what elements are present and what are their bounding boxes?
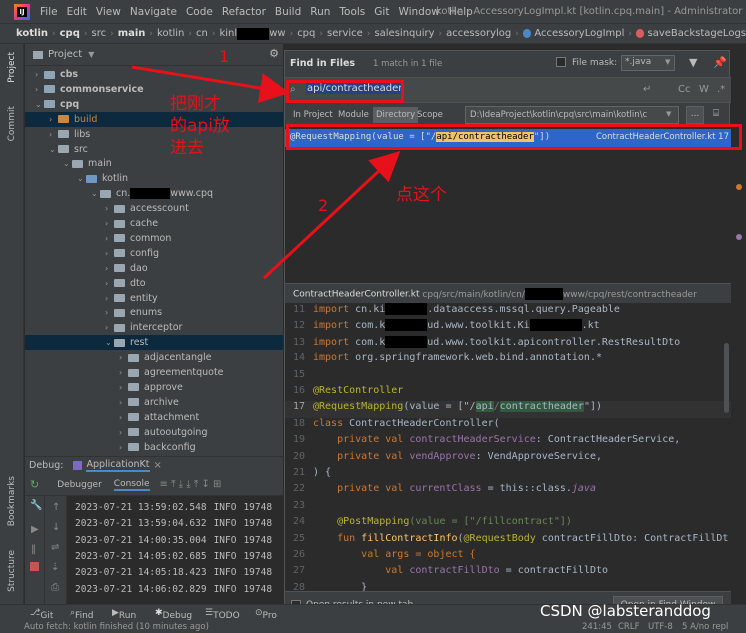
annotation-text-2: 点这个 bbox=[396, 185, 447, 205]
annotation-step-1: 1 bbox=[219, 47, 230, 66]
annotation-arrow-1 bbox=[131, 65, 290, 103]
annotation-step-2: 2 bbox=[318, 196, 329, 215]
annotation-arrow-2 bbox=[262, 150, 401, 280]
watermark: CSDN @labsteranddog bbox=[540, 602, 711, 620]
annotation-text-1: 把刚才 的api放 进去 bbox=[170, 94, 230, 158]
annotation-arrows bbox=[131, 65, 401, 280]
